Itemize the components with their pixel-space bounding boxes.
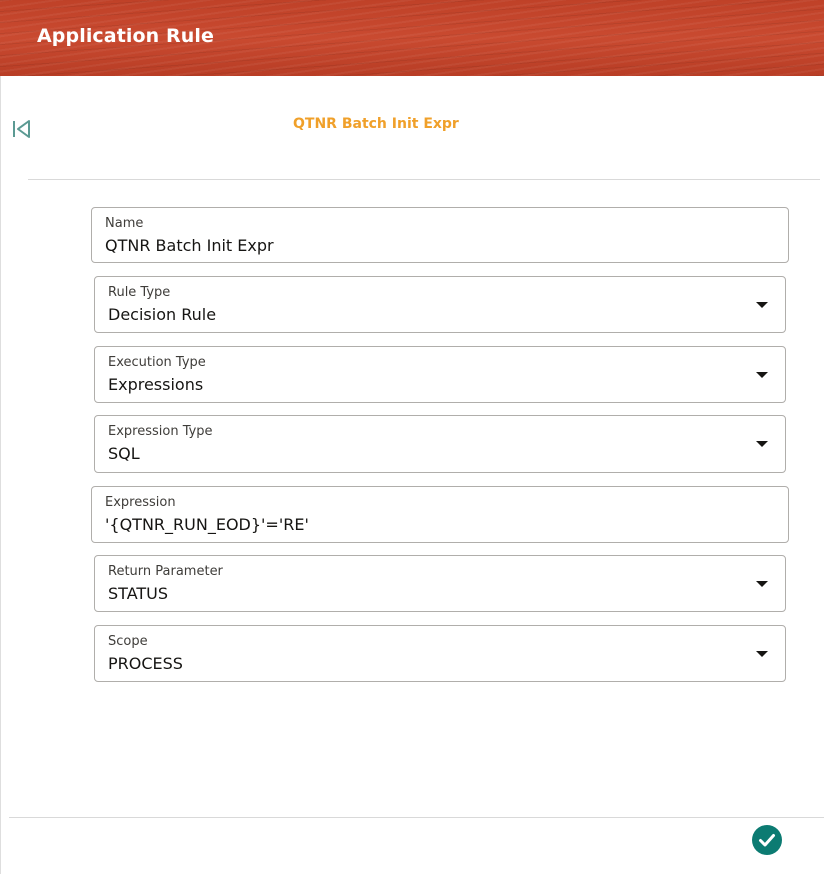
- app-title: Application Rule: [37, 25, 214, 47]
- return-parameter-value: STATUS: [108, 584, 169, 603]
- footer-divider: [9, 817, 824, 818]
- expression-value[interactable]: '{QTNR_RUN_EOD}'='RE': [105, 515, 309, 534]
- name-value[interactable]: QTNR Batch Init Expr: [105, 236, 274, 255]
- check-circle-icon: [759, 834, 775, 847]
- first-page-button[interactable]: [11, 118, 33, 140]
- first-page-icon: [13, 120, 30, 138]
- execution-type-select[interactable]: Execution Type Expressions: [94, 346, 786, 403]
- return-parameter-select[interactable]: Return Parameter STATUS: [94, 555, 786, 612]
- app-header: Application Rule: [0, 0, 824, 76]
- expression-field[interactable]: Expression '{QTNR_RUN_EOD}'='RE': [91, 486, 789, 543]
- scope-value: PROCESS: [108, 654, 183, 673]
- execution-type-value: Expressions: [108, 375, 204, 394]
- scope-select[interactable]: Scope PROCESS: [94, 625, 786, 682]
- rule-type-label: Rule Type: [108, 285, 171, 300]
- scope-label: Scope: [108, 634, 148, 649]
- expression-label: Expression: [105, 495, 176, 510]
- caret-down-icon[interactable]: [756, 302, 768, 308]
- caret-down-icon[interactable]: [756, 372, 768, 378]
- return-parameter-label: Return Parameter: [108, 564, 223, 579]
- rule-type-value: Decision Rule: [108, 305, 217, 324]
- expression-type-select[interactable]: Expression Type SQL: [94, 415, 786, 473]
- confirm-button[interactable]: [752, 825, 782, 855]
- rule-type-select[interactable]: Rule Type Decision Rule: [94, 276, 786, 333]
- execution-type-label: Execution Type: [108, 355, 206, 370]
- caret-down-icon[interactable]: [756, 581, 768, 587]
- caret-down-icon[interactable]: [756, 441, 768, 447]
- caret-down-icon[interactable]: [756, 651, 768, 657]
- page-subtitle: QTNR Batch Init Expr: [293, 116, 459, 132]
- name-field[interactable]: Name QTNR Batch Init Expr: [91, 207, 789, 263]
- left-border: [0, 76, 1, 874]
- expression-type-label: Expression Type: [108, 424, 213, 439]
- divider: [28, 179, 820, 180]
- name-label: Name: [105, 216, 144, 231]
- expression-type-value: SQL: [108, 444, 140, 463]
